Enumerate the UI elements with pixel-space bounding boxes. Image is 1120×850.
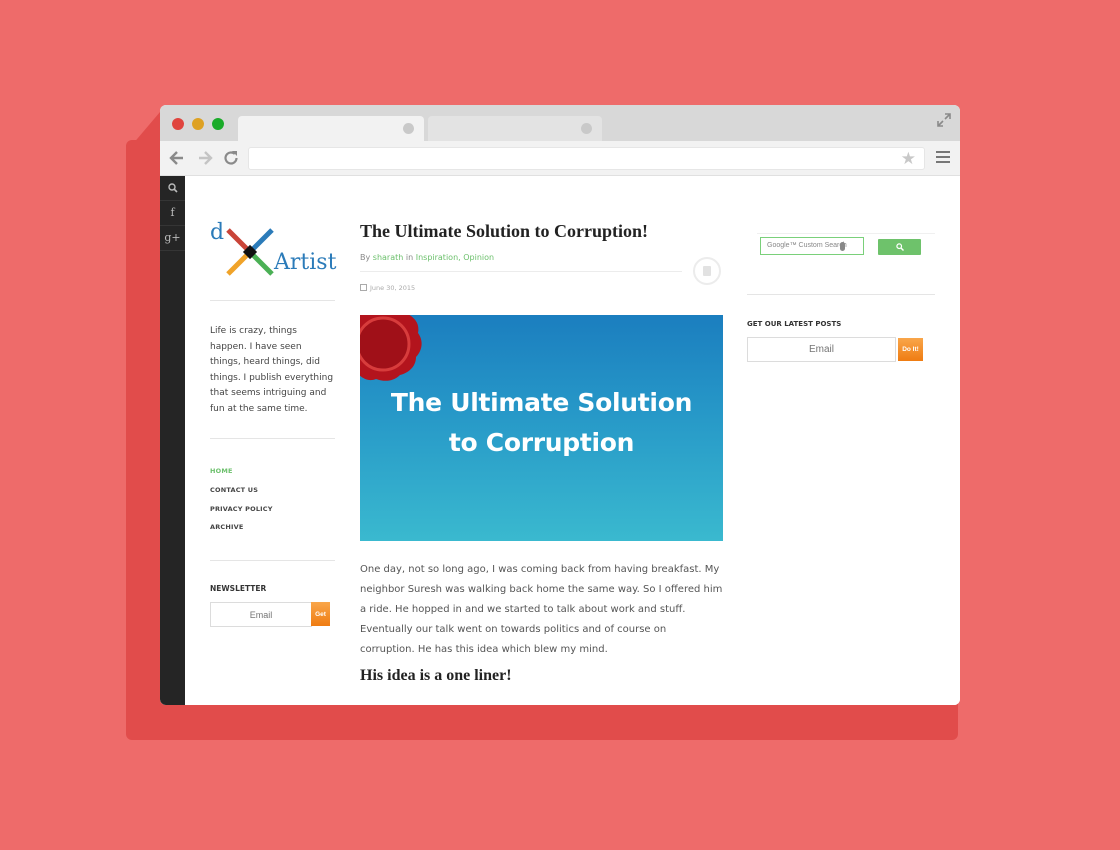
microphone-icon[interactable] — [840, 242, 845, 251]
logo-cross-icon — [226, 228, 274, 276]
featured-image-caption: The Ultimate Solution to Corruption — [360, 383, 723, 463]
window-shadow-corner-bottom — [918, 700, 960, 740]
menu-item-contact-us[interactable]: CONTACT US — [210, 486, 335, 505]
back-arrow-icon[interactable] — [168, 149, 186, 167]
google-search-button[interactable] — [878, 239, 921, 255]
post-title[interactable]: The Ultimate Solution to Corruption! — [360, 221, 723, 242]
expand-icon[interactable] — [936, 112, 952, 128]
browser-titlebar — [160, 105, 960, 141]
category-separator: , — [458, 253, 461, 262]
tab-close-icon[interactable] — [581, 123, 592, 134]
divider — [747, 294, 935, 295]
facebook-icon[interactable]: f — [160, 201, 185, 226]
search-icon — [167, 183, 178, 193]
newsletter-email-input[interactable] — [210, 602, 312, 628]
social-search[interactable] — [160, 176, 185, 201]
newsletter-title: NEWSLETTER — [210, 584, 267, 594]
byline-by: By — [360, 253, 371, 262]
menu-item-home[interactable]: HOME — [210, 467, 335, 486]
author-link[interactable]: sharath — [373, 253, 404, 262]
minimize-window-button[interactable] — [192, 118, 204, 130]
google-plus-icon[interactable]: g+ — [160, 226, 185, 251]
right-sidebar: Google™ Custom Search GET OUR LATEST POS… — [747, 176, 935, 362]
meta-divider — [360, 271, 682, 272]
post-featured-image[interactable]: The Ultimate Solution to Corruption — [360, 315, 723, 541]
main-menu: HOME CONTACT US PRIVACY POLICY ARCHIVE — [210, 467, 335, 542]
post-paragraph: One day, not so long ago, I was coming b… — [360, 564, 723, 615]
featured-caption-line-2: to Corruption — [448, 428, 635, 457]
divider — [210, 560, 335, 562]
post-subheading: His idea is a one liner! — [360, 667, 512, 684]
category-link-inspiration[interactable]: Inspiration — [416, 253, 458, 262]
browser-toolbar: ★ — [160, 141, 960, 176]
browser-window: ★ f g+ d Artist Life is crazy, things ha… — [160, 105, 960, 705]
menu-item-archive[interactable]: ARCHIVE — [210, 523, 335, 542]
category-link-opinion[interactable]: Opinion — [463, 253, 494, 262]
post-date: June 30, 2015 — [360, 284, 415, 292]
latest-posts-title: GET OUR LATEST POSTS — [747, 320, 842, 328]
divider — [210, 300, 335, 301]
post-paragraph: Eventually our talk went on towards poli… — [360, 624, 667, 655]
star-icon[interactable]: ★ — [901, 149, 916, 169]
google-search-placeholder: Google™ Custom Search — [767, 242, 847, 249]
latest-posts-form: Do It! — [747, 337, 935, 362]
newsletter-form: Get — [210, 602, 335, 628]
post-meta: June 30, 2015 — [360, 257, 723, 299]
google-custom-search: Google™ Custom Search — [747, 236, 935, 258]
divider — [757, 233, 935, 234]
forward-arrow-icon[interactable] — [196, 149, 214, 167]
search-icon — [896, 243, 904, 251]
left-sidebar: d Artist Life is crazy, things happen. I… — [210, 176, 337, 628]
address-bar[interactable]: ★ — [248, 147, 925, 170]
wax-seal-icon — [360, 315, 422, 381]
reload-icon[interactable] — [222, 149, 240, 167]
about-text: Life is crazy, things happen. I have see… — [210, 326, 334, 414]
divider — [210, 438, 335, 439]
tab-close-icon[interactable] — [403, 123, 414, 134]
close-window-button[interactable] — [172, 118, 184, 130]
post-body: One day, not so long ago, I was coming b… — [360, 560, 723, 660]
zoom-window-button[interactable] — [212, 118, 224, 130]
byline-in: in — [405, 253, 414, 262]
calendar-icon — [360, 284, 367, 291]
browser-tab-active[interactable] — [238, 116, 424, 141]
logo-wordmark: Artist — [274, 250, 337, 275]
latest-posts-submit-button[interactable]: Do It! — [898, 338, 923, 361]
google-search-input[interactable]: Google™ Custom Search — [760, 237, 864, 255]
featured-caption-line-1: The Ultimate Solution — [390, 388, 693, 417]
menu-icon[interactable] — [936, 151, 950, 164]
browser-tab-new[interactable] — [428, 116, 602, 141]
post-date-text: June 30, 2015 — [370, 284, 416, 292]
social-bar: f g+ — [160, 176, 185, 705]
main-content: The Ultimate Solution to Corruption! By … — [360, 176, 723, 685]
site-logo[interactable]: d Artist — [210, 220, 337, 300]
post-format-document-icon — [693, 257, 721, 285]
menu-item-privacy-policy[interactable]: PRIVACY POLICY — [210, 505, 335, 524]
latest-posts-email-input[interactable] — [747, 337, 896, 362]
newsletter-get-button[interactable]: Get — [311, 602, 330, 627]
post-byline: By sharath in Inspiration, Opinion — [360, 253, 723, 262]
web-page: f g+ d Artist Life is crazy, things happ… — [160, 176, 960, 705]
